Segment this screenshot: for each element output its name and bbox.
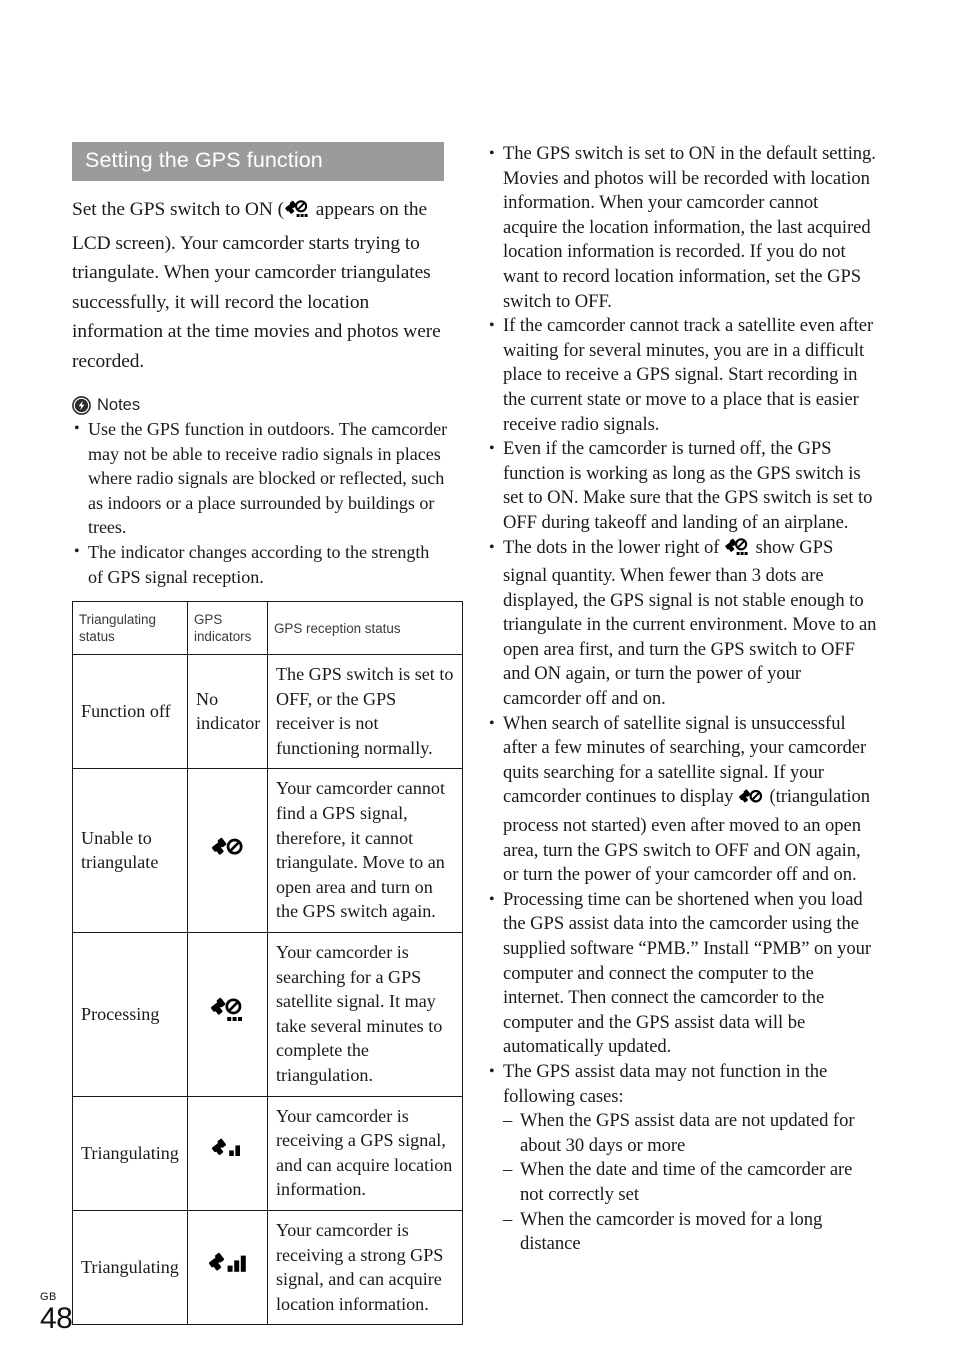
cell-indicator [187, 1095, 268, 1211]
notes-label: Notes [97, 395, 141, 414]
sub-list: When the GPS assist data are not updated… [503, 1109, 877, 1257]
gps-no-signal-icon [738, 788, 764, 814]
cell-indicator: No indicator [187, 654, 268, 770]
sub-list-item: When the date and time of the camcorder … [503, 1158, 877, 1207]
list-item: The indicator changes according to the s… [72, 540, 448, 589]
sub-list-item: When the camcorder is moved for a long d… [503, 1208, 877, 1257]
page-folio: GB 48 [40, 1291, 73, 1335]
list-item: Use the GPS function in outdoors. The ca… [72, 417, 448, 540]
list-item: Even if the camcorder is turned off, the… [487, 437, 877, 535]
sub-list-item: When the GPS assist data are not updated… [503, 1109, 877, 1158]
list-item: When search of satellite signal is unsuc… [487, 712, 877, 888]
cell-description: Your camcorder is receiving a strong GPS… [267, 1209, 463, 1326]
notes-bullet-list: Use the GPS function in outdoors. The ca… [72, 417, 448, 589]
gps-searching-icon [210, 996, 246, 1032]
list-item: The GPS switch is set to ON in the defau… [487, 142, 877, 314]
intro-text-before-icon: Set the GPS switch to ON ( [72, 199, 284, 220]
cell-indicator [187, 932, 268, 1097]
gps-searching-icon [724, 537, 750, 565]
table-row: Processing Your camcorder is searching f… [72, 932, 463, 1097]
list-item: If the camcorder cannot track a satellit… [487, 314, 877, 437]
notes-header: Notes [72, 396, 448, 415]
cell-description: The GPS switch is set to OFF, or the GPS… [267, 654, 463, 770]
table-header-gps-indicators: GPS indicators [187, 601, 268, 656]
table-header-gps-reception-status: GPS reception status [267, 601, 463, 656]
gps-no-signal-icon [211, 835, 245, 867]
table-row: Triangulating Your camcorder is receivin… [72, 1209, 463, 1326]
cell-indicator [187, 1209, 268, 1326]
intro-paragraph: Set the GPS switch to ON ( appears on th… [72, 195, 448, 377]
bullet-text-before-icon: The dots in the lower right of [503, 536, 725, 558]
table-row: Function off No indicator The GPS switch… [72, 654, 463, 770]
cell-status: Triangulating [72, 1209, 188, 1326]
cell-description: Your camcorder is receiving a GPS signal… [267, 1095, 463, 1211]
list-item: Processing time can be shortened when yo… [487, 888, 877, 1060]
list-item: The dots in the lower right of show GPS … [487, 536, 877, 712]
left-column: Setting the GPS function Set the GPS swi… [72, 142, 463, 1326]
gps-searching-icon [284, 199, 310, 229]
manual-page: Setting the GPS function Set the GPS swi… [0, 0, 954, 1357]
right-bullet-list: The GPS switch is set to ON in the defau… [487, 142, 877, 1257]
table-row: Unable to triangulate Your camcorder can… [72, 768, 463, 934]
section-title-bar: Setting the GPS function [72, 142, 444, 181]
gps-signal-2bars-icon [211, 1137, 245, 1169]
cell-indicator [187, 768, 268, 934]
table-header-row: Triangulating status GPS indicators GPS … [72, 601, 463, 656]
right-column: The GPS switch is set to ON in the defau… [487, 142, 877, 1257]
cell-description: Your camcorder cannot find a GPS signal,… [267, 768, 463, 934]
list-item-text: The GPS assist data may not function in … [503, 1060, 828, 1107]
cell-status: Triangulating [72, 1095, 188, 1211]
cell-description: Your camcorder is searching for a GPS sa… [267, 932, 463, 1097]
cell-status: Unable to triangulate [72, 768, 188, 934]
intro-text-after-icon: appears on the LCD screen). Your camcord… [72, 199, 441, 372]
notes-badge-icon [72, 396, 91, 415]
page-number: 48 [40, 1302, 73, 1335]
gps-status-table: Triangulating status GPS indicators GPS … [72, 601, 463, 1326]
cell-status: Processing [72, 932, 188, 1097]
list-item: The GPS assist data may not function in … [487, 1060, 877, 1257]
bullet-text-after-icon: show GPS signal quantity. When fewer tha… [503, 536, 877, 710]
cell-status: Function off [72, 654, 188, 770]
table-header-triangulating-status: Triangulating status [72, 601, 188, 656]
gps-signal-3bars-icon [208, 1251, 248, 1285]
table-row: Triangulating Your camcorder is receivin… [72, 1095, 463, 1211]
